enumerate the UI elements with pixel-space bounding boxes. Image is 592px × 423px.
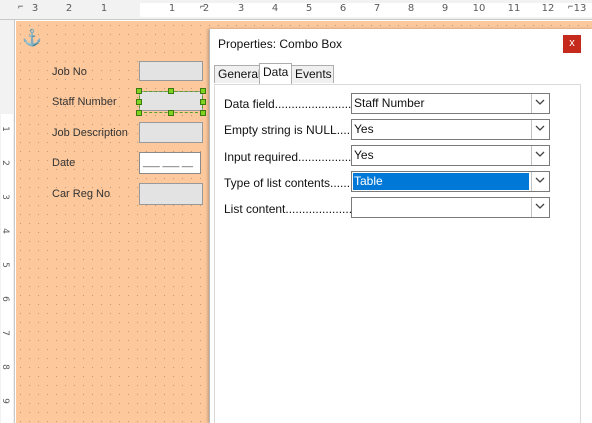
dropdown-button[interactable] [531, 146, 549, 165]
ruler-number: 3 [31, 3, 39, 14]
chevron-down-icon [535, 99, 545, 105]
resize-handle[interactable] [136, 99, 142, 105]
job-no-label[interactable]: Job No [52, 66, 87, 78]
ruler-number: 5 [0, 262, 10, 268]
horizontal-ruler[interactable]: ⌐ 3 2 1 1 2 3 4 5 6 7 8 9 10 11 12 13 ⌐ … [0, 0, 592, 20]
anchor-icon[interactable]: ⚓ [22, 28, 42, 48]
dropdown-button[interactable] [531, 120, 549, 139]
date-label[interactable]: Date [52, 157, 75, 169]
ruler-number: 9 [0, 398, 10, 404]
resize-handle[interactable] [168, 88, 174, 94]
indent-marker-icon[interactable]: ⌐ [200, 1, 205, 11]
car-reg-no-label[interactable]: Car Reg No [52, 188, 110, 200]
input-required-value: Yes [354, 148, 374, 162]
date-mask: ___ ___ __ [143, 157, 194, 168]
empty-string-null-label: Empty string is NULL..... [224, 123, 354, 137]
resize-handle[interactable] [200, 88, 206, 94]
list-content-combo[interactable] [351, 197, 550, 218]
ruler-number: 7 [373, 3, 381, 14]
resize-handle[interactable] [200, 99, 206, 105]
properties-dialog: Properties: Combo Box x General Data Eve… [209, 29, 592, 423]
chevron-down-icon [535, 203, 545, 209]
input-required-combo[interactable]: Yes [351, 145, 550, 166]
tab-general[interactable]: General [214, 65, 261, 83]
empty-string-null-value: Yes [354, 122, 374, 136]
ruler-number: 5 [305, 3, 313, 14]
ruler-number: 2 [0, 160, 10, 166]
data-field-label: Data field.......................... [224, 97, 362, 111]
close-button[interactable]: x [563, 35, 581, 53]
ruler-number: 9 [441, 3, 449, 14]
chevron-down-icon [535, 151, 545, 157]
ruler-number: 3 [237, 3, 245, 14]
list-contents-type-label: Type of list contents...... [224, 176, 351, 190]
chevron-down-icon [535, 177, 545, 183]
ruler-number: 4 [0, 228, 10, 234]
dialog-titlebar[interactable]: Properties: Combo Box x [210, 29, 592, 59]
dropdown-button[interactable] [531, 172, 549, 191]
dialog-title: Properties: Combo Box [218, 37, 343, 51]
ruler-number: 1 [168, 3, 176, 14]
list-contents-type-value: Table [353, 173, 529, 190]
ruler-number: 10 [472, 3, 486, 14]
data-field-combo[interactable]: Staff Number [351, 93, 550, 114]
dropdown-button[interactable] [531, 94, 549, 113]
close-icon: x [569, 37, 575, 49]
chevron-down-icon [535, 125, 545, 131]
ruler-number: 6 [339, 3, 347, 14]
ruler-number: 13 [573, 3, 587, 14]
date-field[interactable]: ___ ___ __ [139, 152, 201, 174]
indent-marker-icon[interactable]: ⌐ [568, 1, 573, 11]
ruler-number: 1 [100, 3, 108, 14]
empty-string-null-combo[interactable]: Yes [351, 119, 550, 140]
ruler-number: 12 [541, 3, 555, 14]
resize-handle[interactable] [136, 88, 142, 94]
tab-stop-icon[interactable]: ⌐ [18, 1, 23, 11]
list-content-label: List content..................... [224, 202, 356, 216]
dropdown-button[interactable] [531, 198, 549, 217]
data-field-value: Staff Number [354, 96, 425, 110]
tab-events[interactable]: Events [291, 65, 334, 83]
job-description-field[interactable] [139, 122, 203, 143]
car-reg-no-field[interactable] [139, 183, 203, 205]
resize-handle[interactable] [200, 110, 206, 116]
ruler-number: 6 [0, 296, 10, 302]
staff-number-label[interactable]: Staff Number [52, 96, 117, 108]
resize-handle[interactable] [168, 110, 174, 116]
ruler-number: 8 [407, 3, 415, 14]
vertical-ruler[interactable]: 1 2 3 4 5 6 7 8 9 [0, 20, 15, 423]
ruler-number: 11 [507, 3, 521, 14]
job-no-field[interactable] [139, 61, 203, 81]
resize-handle[interactable] [136, 110, 142, 116]
ruler-number: 4 [271, 3, 279, 14]
input-required-label: Input required................ [224, 150, 352, 164]
tab-data[interactable]: Data [259, 63, 292, 84]
job-description-label[interactable]: Job Description [52, 127, 128, 139]
ruler-number: 8 [0, 364, 10, 370]
data-tab-panel: Data field.......................... Sta… [214, 84, 581, 423]
ruler-number: 1 [0, 126, 10, 132]
ruler-number: 2 [65, 3, 73, 14]
list-contents-type-combo[interactable]: Table [351, 171, 550, 192]
ruler-number: 7 [0, 330, 10, 336]
ruler-number: 3 [0, 194, 10, 200]
